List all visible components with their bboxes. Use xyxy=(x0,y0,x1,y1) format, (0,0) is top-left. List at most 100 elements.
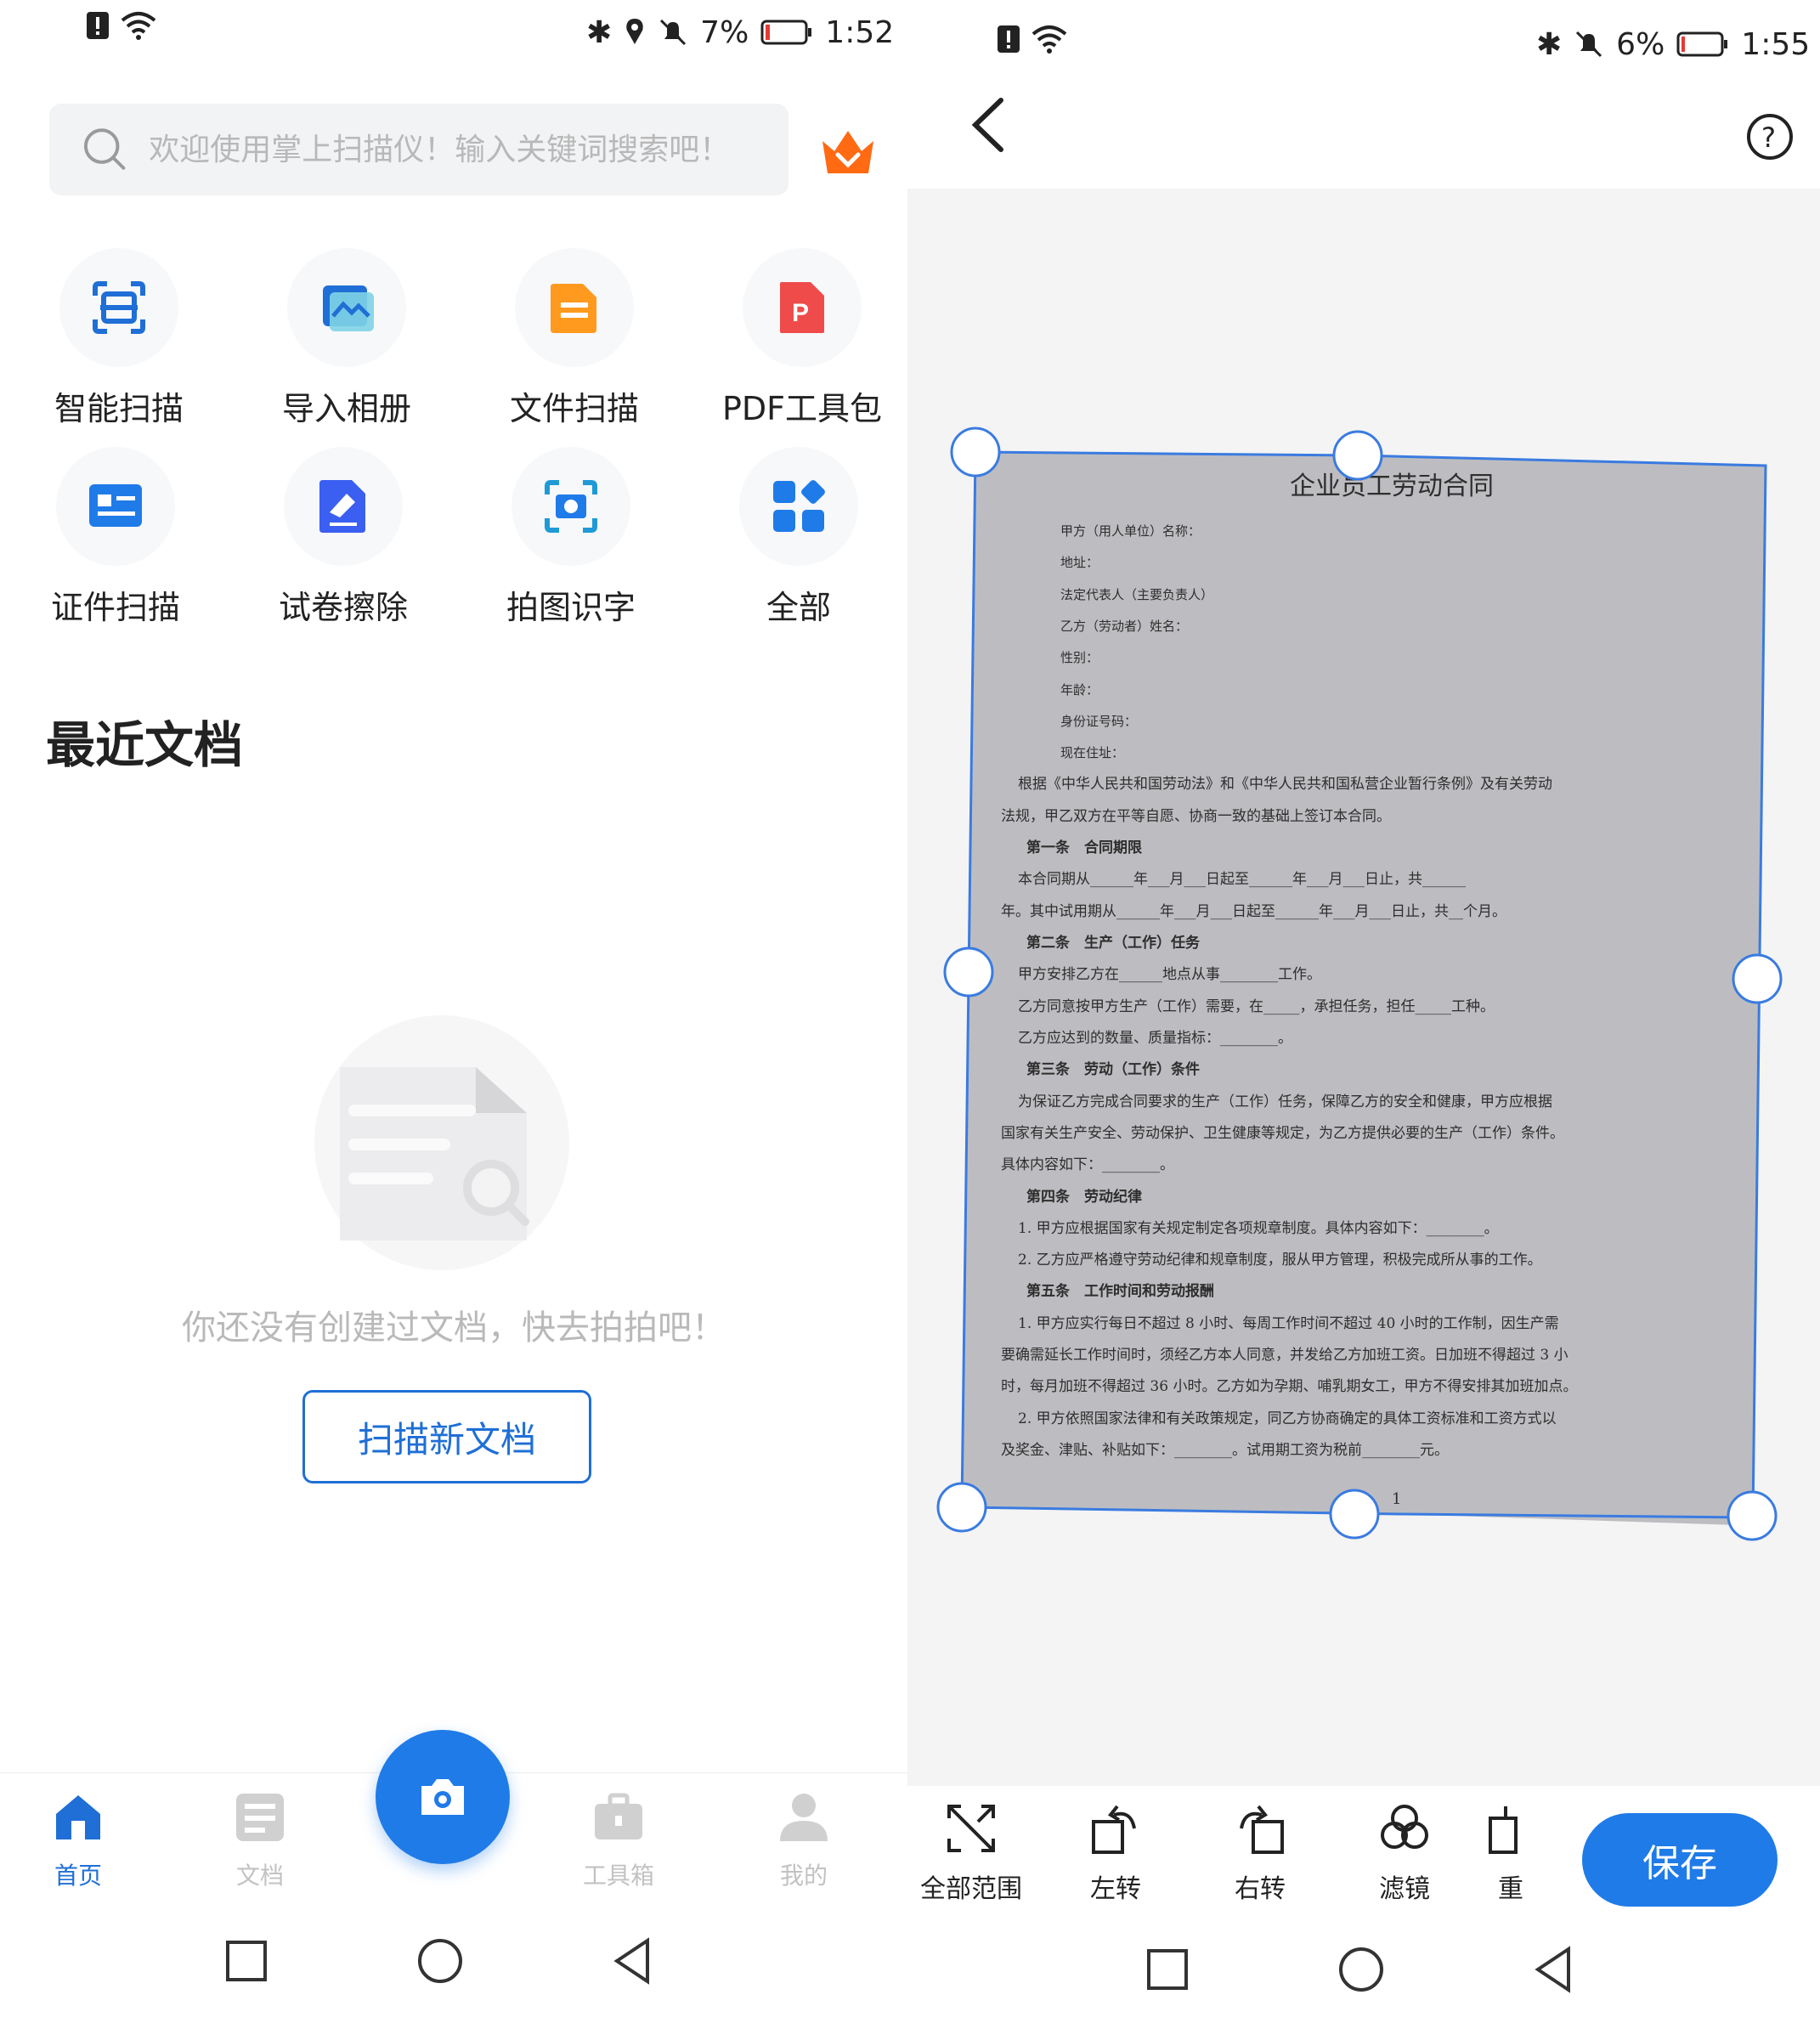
document-line: 要确需延长工作时间时，须经乙方本人同意，并发给乙方加班工资。日加班不得超过 3 … xyxy=(1001,1347,1568,1364)
document-line: 性别： xyxy=(1060,650,1099,665)
search-icon xyxy=(83,128,126,170)
tab-profile[interactable]: 我的 xyxy=(744,1790,863,1891)
document-line: 甲方安排乙方在______地点从事________工作。 xyxy=(1018,966,1321,983)
scan-new-document-button[interactable]: 扫描新文档 xyxy=(302,1390,591,1483)
crop-handle-top-left[interactable] xyxy=(950,427,1001,477)
status-bar-left-icons xyxy=(996,14,1069,65)
id-scan-icon xyxy=(56,447,175,566)
wifi-icon xyxy=(121,12,156,40)
mute-bell-icon xyxy=(1576,31,1602,58)
recents-nav-icon[interactable] xyxy=(226,1941,267,1981)
empty-docs-illustration xyxy=(314,1015,569,1270)
tab-label: 我的 xyxy=(779,1862,828,1890)
import-album-icon xyxy=(287,248,406,367)
system-nav-bar xyxy=(1147,1946,1570,1993)
document-line: 国家有关生产安全、劳动保护、卫生健康等规定，为乙方提供必要的生产（工作）条件。 xyxy=(1001,1125,1564,1142)
camera-scan-button[interactable] xyxy=(376,1730,510,1864)
rotate-left-button[interactable]: 左转 xyxy=(1052,1801,1179,1905)
document-photo xyxy=(962,452,1766,1526)
tab-home[interactable]: 首页 xyxy=(19,1790,138,1891)
tool-smart-scan[interactable]: 智能扫描 xyxy=(34,248,204,429)
home-nav-icon[interactable] xyxy=(418,1939,462,1983)
document-line: 2. 乙方应严格遵守劳动纪律和规章制度，服从甲方管理，积极完成所从事的工作。 xyxy=(1018,1252,1542,1269)
document-line: 第四条 劳动纪律 xyxy=(1026,1188,1142,1206)
location-icon xyxy=(626,19,643,44)
document-line: 第五条 工作时间和劳动报酬 xyxy=(1026,1282,1214,1300)
full-range-button[interactable]: 全部范围 xyxy=(907,1801,1035,1905)
crop-handle-bottom-right[interactable] xyxy=(1727,1490,1778,1541)
document-line: 1. 甲方应根据国家有关规定制定各项规章制度。具体内容如下：________。 xyxy=(1018,1220,1499,1237)
tool-import-album[interactable]: 导入相册 xyxy=(262,248,432,429)
document-line: 时，每月加班不得超过 36 小时。乙方如为孕期、哺乳期女工，甲方不得安排其加班加… xyxy=(1001,1378,1577,1395)
recents-nav-icon[interactable] xyxy=(1147,1949,1188,1990)
document-preview: 企业员工劳动合同 甲方（用人单位）名称： 地址： 法定代表人（主要负责人） 乙方（劳动… xyxy=(936,427,1783,1541)
status-bar-left-icons xyxy=(85,0,158,51)
bluetooth-icon: ✱ xyxy=(586,14,613,50)
profile-icon xyxy=(780,1794,828,1841)
document-line: 为保证乙方完成合同要求的生产（工作）任务，保障乙方的安全和健康，甲方应根据 xyxy=(1018,1093,1552,1110)
wifi-icon xyxy=(1032,25,1067,54)
document-line: 乙方（劳动者）姓名： xyxy=(1060,619,1188,634)
tab-label: 工具箱 xyxy=(582,1862,654,1890)
document-line: 地址： xyxy=(1060,555,1099,570)
search-bar[interactable] xyxy=(49,104,788,195)
tool-label: 试卷擦除 xyxy=(278,589,408,626)
tab-toolbox[interactable]: 工具箱 xyxy=(559,1790,678,1891)
crop-canvas: 企业员工劳动合同 甲方（用人单位）名称： 地址： 法定代表人（主要负责人） 乙方（劳动… xyxy=(907,189,1820,1786)
document-line: 本合同期从______年___月___日起至______年___月___日止，共… xyxy=(1018,871,1466,888)
document-line: 2. 甲方依照国家法律和有关政策规定，同乙方协商确定的具体工资标准和工资方式以 xyxy=(1018,1410,1557,1427)
vip-crown-icon[interactable] xyxy=(817,124,879,180)
document-line: 1. 甲方应实行每日不超过 8 小时、每周工作时间不超过 40 小时的工作制，因… xyxy=(1018,1315,1559,1332)
toolbox-icon xyxy=(595,1793,642,1839)
tool-label: 重 xyxy=(1498,1874,1523,1904)
camera-icon xyxy=(421,1779,464,1815)
file-scan-icon xyxy=(515,248,634,367)
crop-handle-top[interactable] xyxy=(1332,430,1383,481)
battery-percent: 6% xyxy=(1616,26,1665,62)
tool-label: 智能扫描 xyxy=(54,390,184,427)
document-line: 第三条 劳动（工作）条件 xyxy=(1026,1060,1200,1078)
status-bar-right: ✱ 6% 1:55 xyxy=(1536,19,1810,70)
tool-id-scan[interactable]: 证件扫描 xyxy=(31,447,201,628)
rotate-left-icon xyxy=(1092,1805,1136,1854)
battery-icon xyxy=(1676,31,1728,57)
document-line: 乙方同意按甲方生产（工作）需要，在_____，承担任务，担任_____工种。 xyxy=(1018,998,1495,1015)
tool-label: 文件扫描 xyxy=(509,390,639,427)
document-line: 第一条 合同期限 xyxy=(1026,839,1142,856)
tool-label: PDF工具包 xyxy=(721,390,883,427)
crop-handle-right[interactable] xyxy=(1732,953,1783,1004)
crop-handle-left[interactable] xyxy=(943,947,994,997)
full-range-icon xyxy=(947,1805,995,1852)
home-screen: ✱ 7% 1:52 智能扫描 导入相册 文件扫描 P PDF xyxy=(0,0,907,2023)
tab-documents[interactable]: 文档 xyxy=(201,1790,319,1891)
tab-label: 文档 xyxy=(235,1862,284,1890)
document-page-number: 1 xyxy=(1392,1490,1401,1508)
clock: 1:55 xyxy=(1741,26,1811,62)
document-line: 根据《中华人民共和国劳动法》和《中华人民共和国私营企业暂行条例》及有关劳动 xyxy=(1018,776,1552,793)
tool-paper-erase[interactable]: 试卷擦除 xyxy=(258,447,428,628)
tab-label: 首页 xyxy=(54,1862,102,1890)
document-line: 乙方应达到的数量、质量指标：________。 xyxy=(1018,1030,1292,1047)
battery-icon xyxy=(760,20,812,45)
tool-file-scan[interactable]: 文件扫描 xyxy=(489,248,659,429)
tool-label: 左转 xyxy=(1090,1874,1141,1904)
help-icon[interactable]: ? xyxy=(1745,112,1795,161)
search-input[interactable] xyxy=(147,131,788,168)
rotate-right-button[interactable]: 右转 xyxy=(1196,1801,1324,1905)
tool-all[interactable]: 全部 xyxy=(714,447,884,628)
tool-pdf-toolkit[interactable]: P PDF工具包 xyxy=(717,248,887,429)
sim-alert-icon xyxy=(998,25,1020,53)
document-line: 甲方（用人单位）名称： xyxy=(1060,523,1201,539)
tool-photo-ocr[interactable]: 拍图识字 xyxy=(486,447,656,628)
crop-handle-bottom-left[interactable] xyxy=(936,1482,987,1533)
filter-button[interactable]: 滤镜 xyxy=(1341,1801,1468,1905)
back-nav-icon[interactable] xyxy=(613,1937,649,1985)
save-button[interactable]: 保存 xyxy=(1582,1813,1778,1907)
crop-handle-bottom[interactable] xyxy=(1329,1489,1380,1540)
back-arrow-icon[interactable] xyxy=(967,95,1009,155)
back-nav-icon[interactable] xyxy=(1535,1946,1570,1993)
photo-ocr-icon xyxy=(512,447,630,566)
home-nav-icon[interactable] xyxy=(1339,1947,1383,1992)
redo-button[interactable]: 重 xyxy=(1485,1801,1536,1905)
filter-icon xyxy=(1381,1805,1428,1849)
